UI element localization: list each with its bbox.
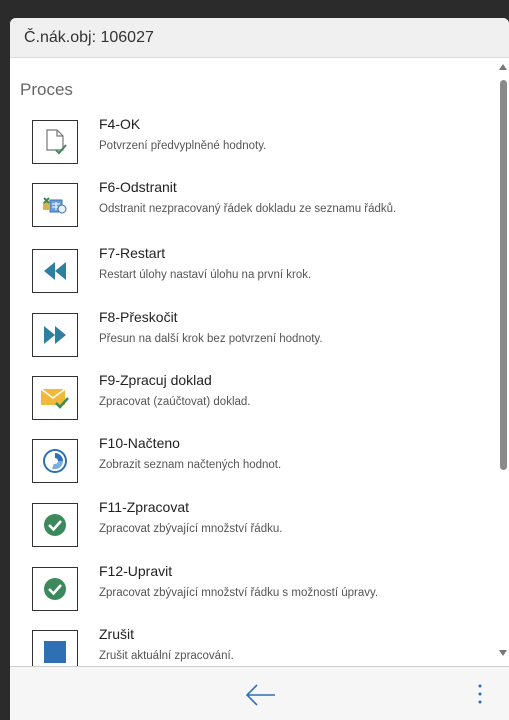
progress-circle-icon <box>32 439 78 483</box>
action-title: Zrušit <box>99 626 134 642</box>
action-item-f10-nacteno[interactable]: F10-Načteno Zobrazit seznam načtených ho… <box>32 435 472 495</box>
green-check-icon <box>32 567 78 611</box>
action-title: F10-Načteno <box>99 435 180 451</box>
action-item-f9-zpracuj-doklad[interactable]: F9-Zpracuj doklad Zpracovat (zaúčtovat) … <box>32 372 472 432</box>
action-item-zrusit[interactable]: Zrušit Zrušit aktuální zpracování. <box>32 626 472 666</box>
action-description: Zobrazit seznam načtených hodnot. <box>99 459 282 471</box>
fast-forward-icon <box>32 313 78 357</box>
action-panel: Č.nák.obj: 106027 Proces F4-OK Potvrzení… <box>10 18 509 720</box>
action-description: Restart úlohy nastaví úlohu na první kro… <box>99 269 312 281</box>
action-description: Zpracovat zbývající množství řádku. <box>99 523 283 535</box>
scrollbar-thumb[interactable] <box>500 80 507 470</box>
green-check-icon <box>32 503 78 547</box>
action-description: Odstranit nezpracovaný řádek dokladu ze … <box>99 203 397 215</box>
scrollbar[interactable] <box>499 80 508 490</box>
more-vertical-icon <box>478 684 482 704</box>
more-options-button[interactable] <box>472 679 488 709</box>
action-description: Zpracovat zbývající množství řádku s mož… <box>99 587 379 599</box>
envelope-check-icon <box>32 376 78 420</box>
action-item-f7-restart[interactable]: F7-Restart Restart úlohy nastaví úlohu n… <box>32 245 472 305</box>
document-check-icon <box>32 120 78 164</box>
action-description: Potvrzení předvyplněné hodnoty. <box>99 140 267 152</box>
action-title: F4-OK <box>99 116 141 132</box>
scroll-down-arrow[interactable] <box>499 650 507 656</box>
stop-square-icon <box>32 630 78 666</box>
section-title: Proces <box>20 80 73 99</box>
action-item-f12-upravit[interactable]: F12-Upravit Zpracovat zbývající množství… <box>32 563 472 623</box>
delete-line-icon <box>32 183 78 227</box>
scroll-up-arrow[interactable] <box>499 64 507 70</box>
footer-bar <box>10 666 509 720</box>
action-description: Zpracovat (zaúčtovat) doklad. <box>99 396 251 408</box>
action-description: Zrušit aktuální zpracování. <box>99 650 234 662</box>
action-title: F6-Odstranit <box>99 179 177 195</box>
action-item-f11-zpracovat[interactable]: F11-Zpracovat Zpracovat zbývající množst… <box>32 499 472 559</box>
action-title: F12-Upravit <box>99 563 173 579</box>
action-title: F8-Přeskočit <box>99 309 178 325</box>
action-item-f4-ok[interactable]: F4-OK Potvrzení předvyplněné hodnoty. <box>32 116 472 176</box>
action-description: Přesun na další krok bez potvrzení hodno… <box>99 333 323 345</box>
action-item-f6-odstranit[interactable]: F6-Odstranit Odstranit nezpracovaný řáde… <box>32 179 472 239</box>
rewind-icon <box>32 249 78 293</box>
action-item-f8-preskocit[interactable]: F8-Přeskočit Přesun na další krok bez po… <box>32 309 472 369</box>
action-list: Proces F4-OK Potvrzení předvyplněné hodn… <box>10 58 497 666</box>
arrow-left-icon <box>245 684 275 706</box>
header-bar: Č.nák.obj: 106027 <box>10 18 509 58</box>
action-title: F9-Zpracuj doklad <box>99 372 212 388</box>
action-title: F7-Restart <box>99 245 166 261</box>
action-title: F11-Zpracovat <box>99 499 189 515</box>
back-button[interactable] <box>241 681 281 709</box>
page-title: Č.nák.obj: 106027 <box>24 29 154 46</box>
